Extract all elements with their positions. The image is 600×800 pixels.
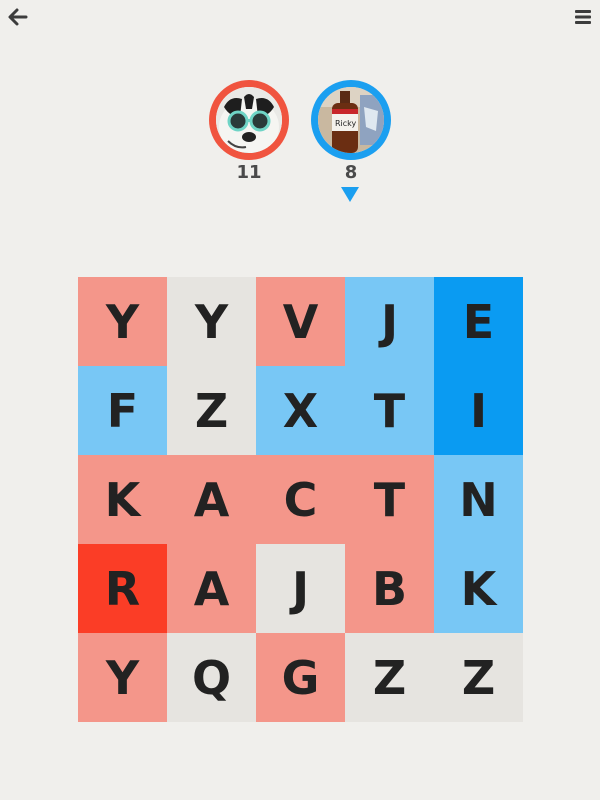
letter-tile[interactable]: Z	[434, 633, 523, 722]
avatar	[216, 87, 282, 153]
letter-tile[interactable]: G	[256, 633, 345, 722]
player-two-avatar-ring[interactable]: Ricky	[311, 80, 391, 160]
letter-tile[interactable]: F	[78, 366, 167, 455]
letter-tile[interactable]: N	[434, 455, 523, 544]
menu-button[interactable]	[574, 8, 592, 26]
player-two-score: 8	[344, 162, 358, 183]
letter-tile[interactable]: T	[345, 366, 434, 455]
letter-tile[interactable]: K	[434, 544, 523, 633]
letter-tile[interactable]: J	[256, 544, 345, 633]
letter-tile[interactable]: J	[345, 277, 434, 366]
triangle-down-icon	[341, 187, 359, 202]
letter-tile[interactable]: E	[434, 277, 523, 366]
letter-tile[interactable]: Y	[167, 277, 256, 366]
letter-tile[interactable]: Q	[167, 633, 256, 722]
letter-tile[interactable]: Z	[167, 366, 256, 455]
player-one: 11	[209, 80, 289, 184]
letter-tile[interactable]: X	[256, 366, 345, 455]
letter-tile[interactable]: K	[78, 455, 167, 544]
letter-tile[interactable]: Z	[345, 633, 434, 722]
player-two: Ricky 8	[311, 80, 391, 184]
avatar: Ricky	[318, 87, 384, 153]
letter-tile[interactable]: T	[345, 455, 434, 544]
dog-avatar-icon	[216, 87, 282, 153]
letter-tile[interactable]: Y	[78, 277, 167, 366]
back-button[interactable]	[6, 4, 30, 30]
hamburger-menu-icon	[575, 10, 591, 24]
letter-tile[interactable]: V	[256, 277, 345, 366]
letter-board: YYVJEFZXTIKACTNRAJBKYQGZZ	[78, 277, 523, 722]
bottle-label-text: Ricky	[335, 119, 357, 128]
bottle-avatar-icon: Ricky	[318, 87, 384, 153]
player-one-score: 11	[236, 162, 262, 183]
letter-tile[interactable]: I	[434, 366, 523, 455]
arrow-left-icon	[8, 8, 28, 26]
letter-tile[interactable]: A	[167, 544, 256, 633]
player-one-avatar-ring[interactable]	[209, 80, 289, 160]
letter-tile[interactable]: Y	[78, 633, 167, 722]
letter-tile[interactable]: A	[167, 455, 256, 544]
letter-tile[interactable]: B	[345, 544, 434, 633]
letter-tile[interactable]: R	[78, 544, 167, 633]
letter-tile[interactable]: C	[256, 455, 345, 544]
